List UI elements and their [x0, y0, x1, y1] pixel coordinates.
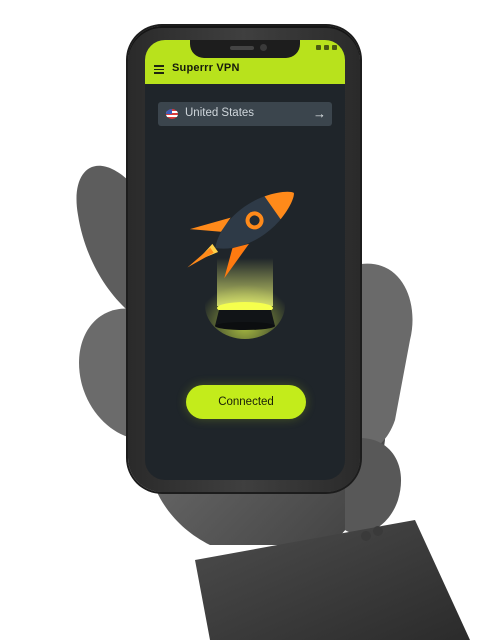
connection-button[interactable]: Connected	[186, 385, 306, 419]
scene: Superrr VPN United States → Connected	[0, 0, 487, 640]
phone-screen: Superrr VPN United States → Connected	[145, 40, 345, 480]
